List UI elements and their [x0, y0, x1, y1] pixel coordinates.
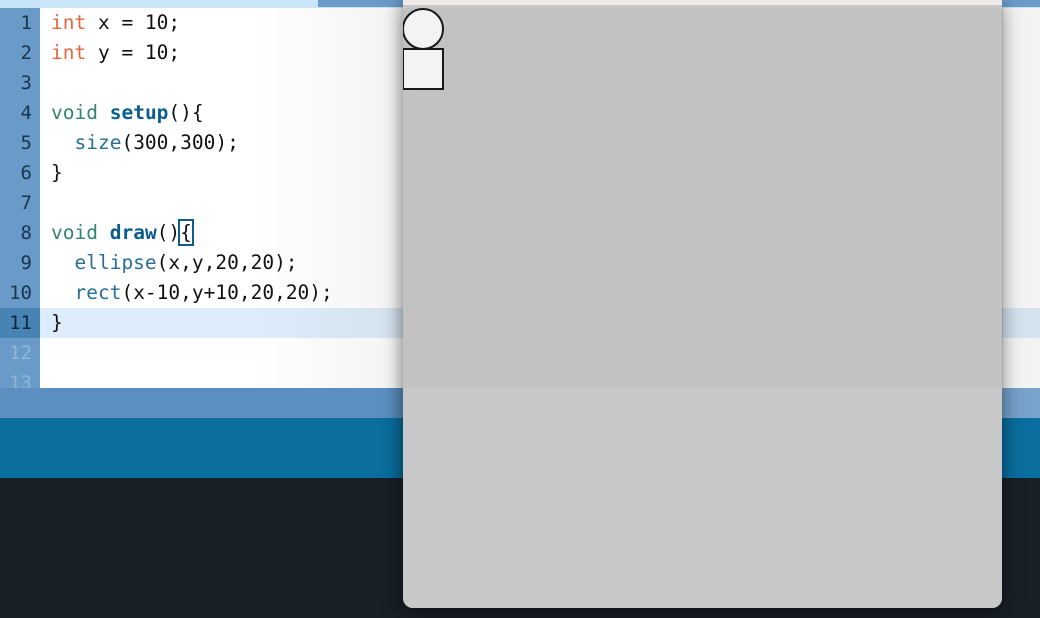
line-number-9: 9	[20, 252, 32, 274]
line-number-list: 1 2 3 4 5 6 7 8 9 10 11 12 13	[0, 8, 40, 388]
code-token: void	[51, 101, 98, 124]
code-token: int	[51, 41, 87, 64]
line-number-gutter: 1 2 3 4 5 6 7 8 9 10 11 12 13	[0, 8, 40, 388]
code-line-10: rect(x-10,y+10,20,20);	[40, 278, 1040, 308]
code-token: ellipse	[74, 251, 157, 274]
editor-right-border	[1002, 8, 1003, 388]
code-line-list: int x = 10; int y = 10; void setup(){ siz…	[40, 8, 1040, 388]
line-number-12: 12	[9, 342, 32, 364]
app-window: 1 2 3 4 5 6 7 8 9 10 11 12 13 int x = 10; int y = 10;…	[0, 0, 1040, 618]
code-token: draw	[109, 221, 157, 244]
code-line-8: void draw(){	[40, 218, 1040, 248]
code-token: (){	[168, 101, 204, 124]
code-line-6: }	[40, 158, 1040, 188]
line-number-6: 6	[20, 162, 32, 184]
code-token: (x,y,20,20);	[156, 251, 298, 274]
line-number-11: 11	[0, 308, 40, 338]
code-token: x = 10;	[86, 11, 181, 34]
line-number-8: 8	[20, 222, 32, 244]
code-token: void	[51, 221, 98, 244]
code-token: (300,300);	[121, 131, 239, 154]
code-token: size	[74, 131, 122, 154]
line-number-4: 4	[20, 102, 32, 124]
line-number-7: 7	[20, 192, 32, 214]
line-number-1: 1	[20, 12, 32, 34]
code-line-1: int x = 10;	[40, 8, 1040, 38]
code-editor[interactable]: 1 2 3 4 5 6 7 8 9 10 11 12 13 int x = 10; int y = 10;…	[0, 8, 1040, 388]
line-number-3: 3	[20, 72, 32, 94]
code-token: }	[51, 311, 63, 334]
code-line-9: ellipse(x,y,20,20);	[40, 248, 1040, 278]
line-number-13: 13	[9, 372, 32, 388]
line-number-5: 5	[20, 132, 32, 154]
code-token: setup	[109, 101, 169, 124]
line-number-10: 10	[9, 282, 32, 304]
code-line-5: size(300,300);	[40, 128, 1040, 158]
code-token: y = 10;	[86, 41, 181, 64]
line-number-2: 2	[20, 42, 32, 64]
code-token: rect	[74, 281, 122, 304]
code-token: int	[51, 11, 87, 34]
code-token: }	[51, 161, 63, 184]
code-token: ()	[156, 221, 181, 244]
code-text-area[interactable]: int x = 10; int y = 10; void setup(){ siz…	[40, 8, 1040, 388]
bracket-match-highlight: {	[178, 219, 194, 246]
code-token: (x-10,y+10,20,20);	[121, 281, 333, 304]
code-line-4: void setup(){	[40, 98, 1040, 128]
code-line-11: }	[40, 308, 1040, 338]
code-line-2: int y = 10;	[40, 38, 1040, 68]
